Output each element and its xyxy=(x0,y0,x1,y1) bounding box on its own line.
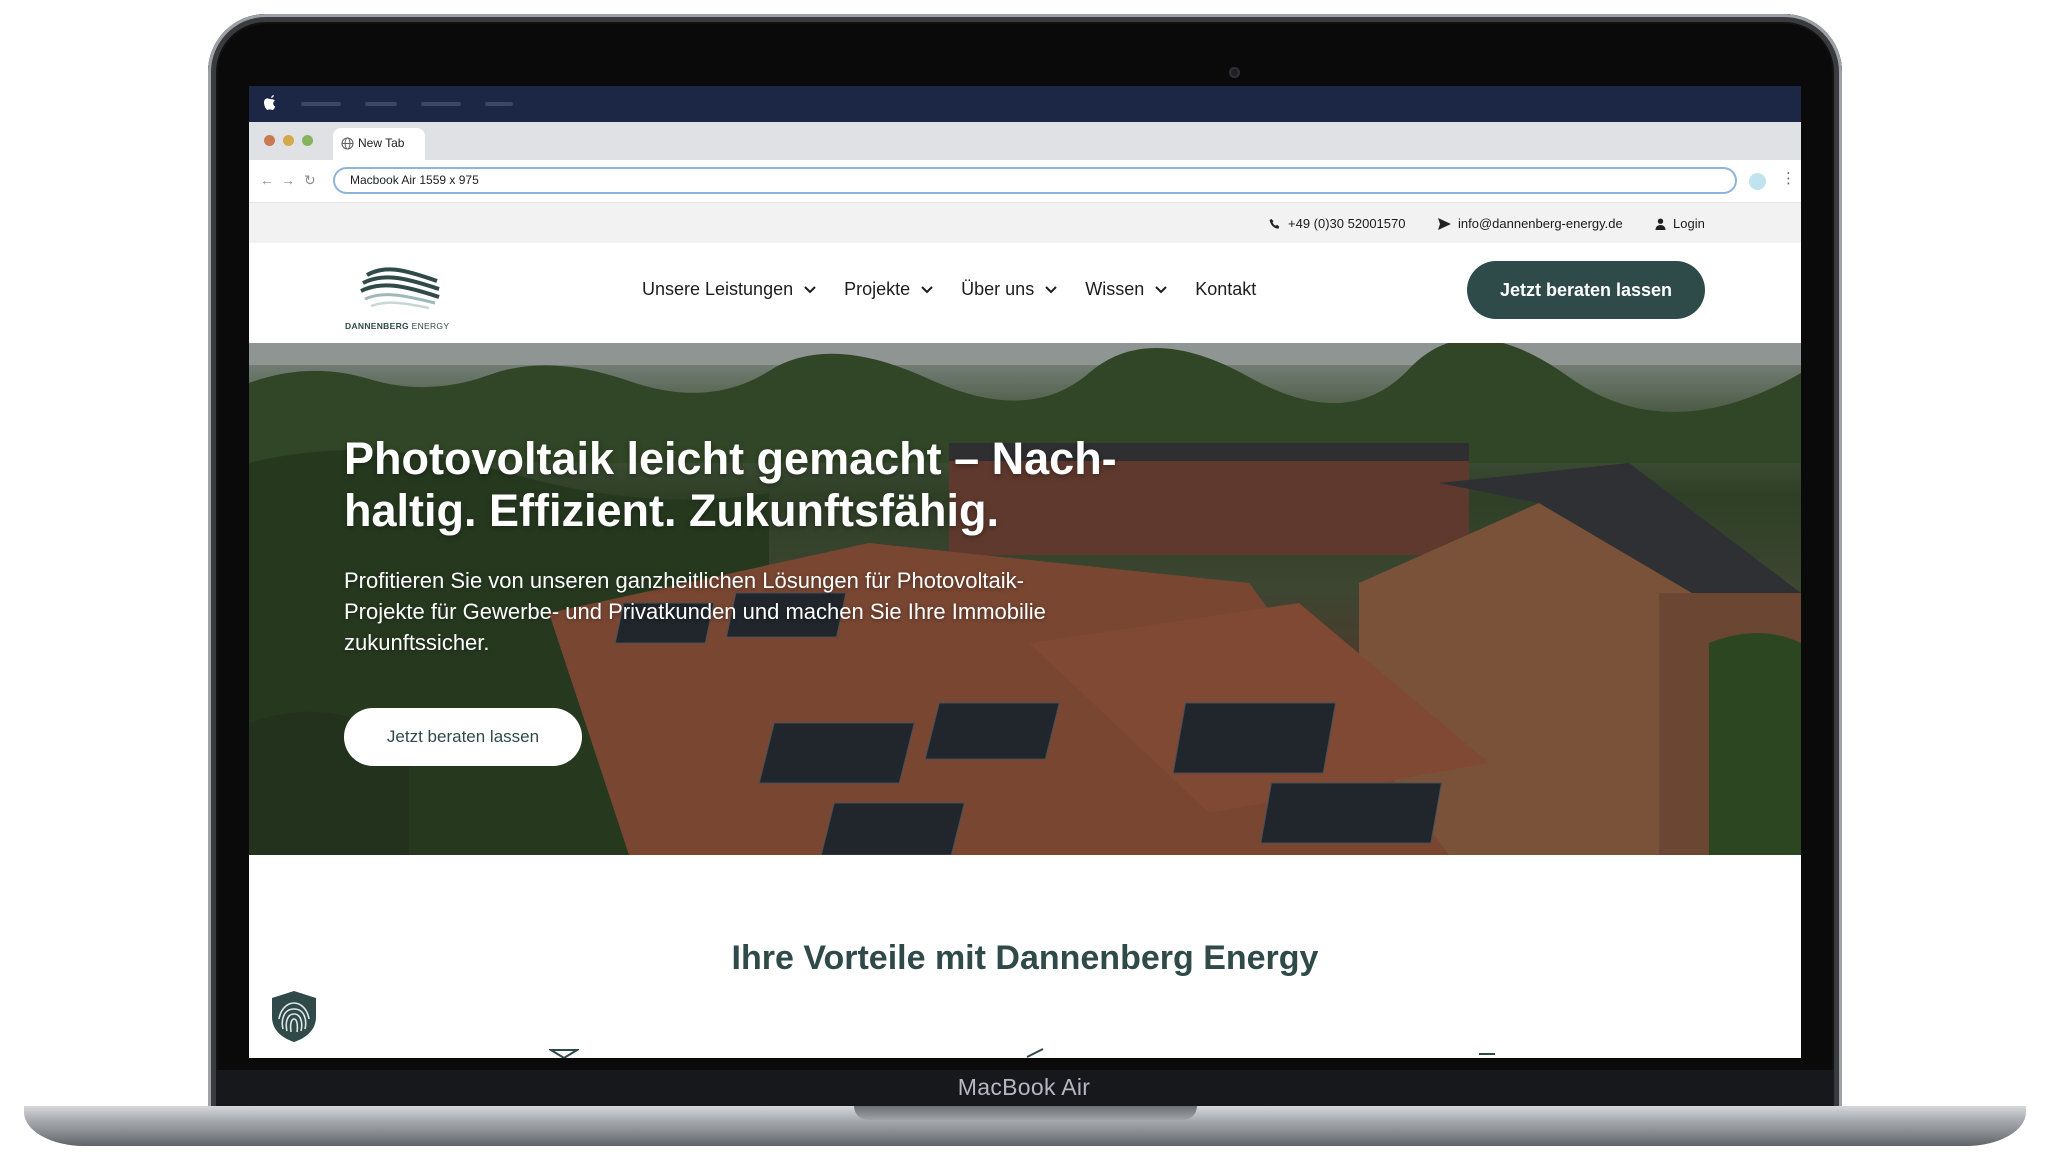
send-icon xyxy=(1438,217,1451,230)
phone-number: +49 (0)30 52001570 xyxy=(1288,216,1406,231)
main-nav: Unsere Leistungen Projekte Über uns Wiss… xyxy=(642,279,1284,300)
phone-link[interactable]: +49 (0)30 52001570 xyxy=(1269,216,1405,231)
more-menu-icon[interactable]: ⋮ xyxy=(1781,169,1796,187)
menubar-item[interactable] xyxy=(421,102,461,106)
hero-section: Photovoltaik leicht gemacht – Nach-halti… xyxy=(249,343,1801,855)
login-label: Login xyxy=(1673,216,1705,231)
forward-arrow-icon[interactable]: → xyxy=(281,172,295,188)
minimize-window-dot[interactable] xyxy=(283,135,294,146)
url-input[interactable]: Macbook Air 1559 x 975 xyxy=(333,167,1737,194)
feature-icon xyxy=(1479,1053,1495,1055)
chevron-down-icon xyxy=(804,285,816,293)
close-window-dot[interactable] xyxy=(264,135,275,146)
company-logo[interactable]: DANNENBERG ENERGY xyxy=(345,263,455,333)
logo-wordmark: DANNENBERG ENERGY xyxy=(345,321,450,331)
apple-icon[interactable] xyxy=(263,94,277,112)
chevron-down-icon xyxy=(921,285,933,293)
device-model-label: MacBook Air xyxy=(957,1074,1091,1100)
chevron-down-icon xyxy=(1155,285,1167,293)
phone-icon xyxy=(1269,218,1280,229)
user-icon xyxy=(1655,218,1666,230)
back-arrow-icon[interactable]: ← xyxy=(260,172,274,188)
nav-item-leistungen[interactable]: Unsere Leistungen xyxy=(642,279,816,300)
reload-icon[interactable]: ↻ xyxy=(304,172,316,189)
email-link[interactable]: info@dannenberg-energy.de xyxy=(1438,216,1623,231)
profile-icon[interactable] xyxy=(1749,173,1766,190)
email-address: info@dannenberg-energy.de xyxy=(1458,216,1623,231)
os-menubar xyxy=(249,86,1801,122)
nav-label: Über uns xyxy=(961,279,1035,299)
tab-title: New Tab xyxy=(358,136,405,150)
nav-item-ueber-uns[interactable]: Über uns xyxy=(961,279,1057,300)
fingerprint-shield-icon[interactable] xyxy=(269,989,319,1043)
browser-tabbar: New Tab xyxy=(249,122,1801,160)
feature-icon xyxy=(549,1049,579,1058)
hero-cta-button[interactable]: Jetzt beraten lassen xyxy=(344,708,582,766)
nav-label: Projekte xyxy=(844,279,911,299)
menubar-item[interactable] xyxy=(485,102,513,106)
hero-title: Photovoltaik leicht gemacht – Nach-halti… xyxy=(344,433,1117,536)
login-link[interactable]: Login xyxy=(1655,216,1705,231)
nav-label: Unsere Leistungen xyxy=(642,279,794,299)
benefits-title: Ihre Vorteile mit Dannenberg Energy xyxy=(731,939,1319,977)
base-notch xyxy=(854,1106,1197,1120)
hero-description: Profitieren Sie von unseren ganzheitlich… xyxy=(344,568,1046,655)
screen: New Tab ← → ↻ Macbook Air 1559 x 975 ⋮ +… xyxy=(249,86,1801,1058)
nav-item-kontakt[interactable]: Kontakt xyxy=(1195,279,1256,300)
nav-label: Kontakt xyxy=(1195,279,1257,299)
feature-icon xyxy=(1026,1048,1044,1058)
maximize-window-dot[interactable] xyxy=(302,135,313,146)
globe-icon xyxy=(341,137,354,150)
browser-tab[interactable]: New Tab xyxy=(333,128,425,160)
chevron-down-icon xyxy=(1045,285,1057,293)
nav-label: Wissen xyxy=(1085,279,1145,299)
nav-item-projekte[interactable]: Projekte xyxy=(844,279,933,300)
header-cta-button[interactable]: Jetzt beraten lassen xyxy=(1467,261,1705,319)
camera xyxy=(1229,67,1240,78)
contact-topbar: +49 (0)30 52001570 info@dannenberg-energ… xyxy=(249,203,1801,243)
logo-waves-icon xyxy=(360,267,440,310)
nav-item-wissen[interactable]: Wissen xyxy=(1085,279,1167,300)
menubar-item[interactable] xyxy=(365,102,397,106)
browser-address-row: ← → ↻ Macbook Air 1559 x 975 ⋮ xyxy=(249,160,1801,203)
site-header: DANNENBERG ENERGY Unsere Leistungen Proj… xyxy=(249,243,1801,343)
menubar-item[interactable] xyxy=(301,102,341,106)
